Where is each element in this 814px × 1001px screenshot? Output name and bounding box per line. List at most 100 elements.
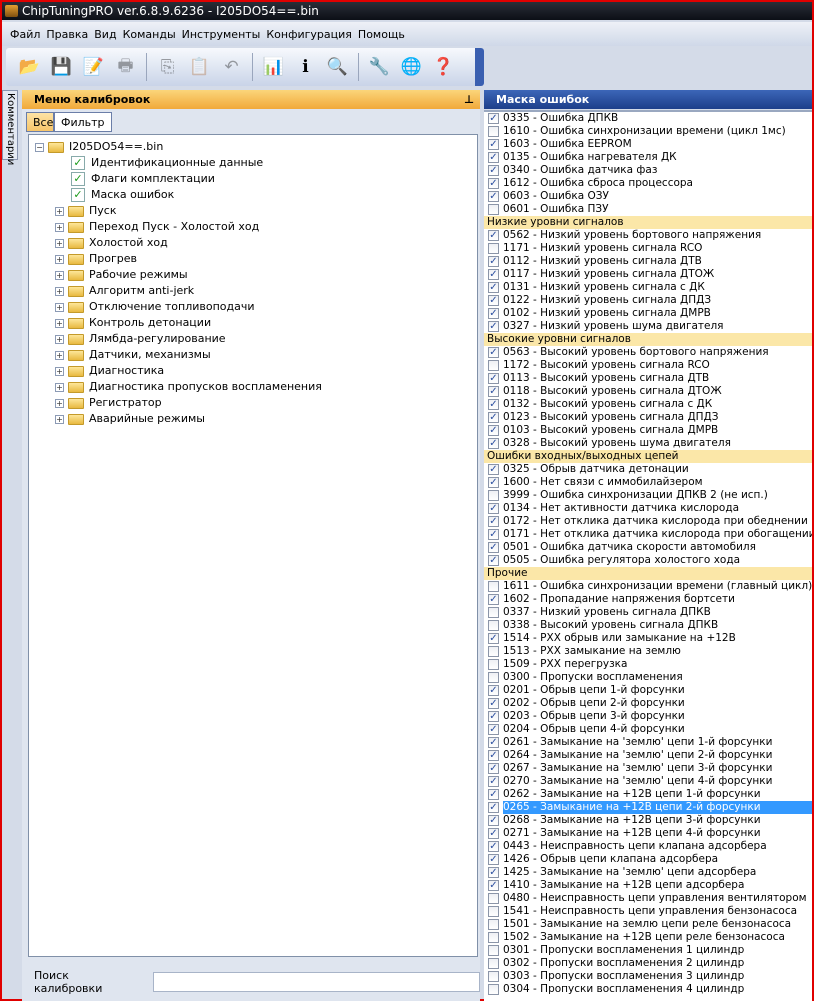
error-list-item[interactable]: 0301 - Пропуски воспламенения 1 цилиндр [484,944,812,957]
error-list-item[interactable]: ✓ 0123 - Высокий уровень сигнала ДПДЗ [484,411,812,424]
error-list-item[interactable]: ✓ 0204 - Обрыв цепи 4-й форсунки [484,723,812,736]
error-checkbox[interactable] [488,906,499,917]
error-list-item[interactable]: ✓ 0271 - Замыкание на +12В цепи 4-й форсу… [484,827,812,840]
error-list-item[interactable]: ✓ 1602 - Пропадание напряжения бортсети [484,593,812,606]
error-checkbox[interactable]: ✓ [488,152,499,163]
error-list-item[interactable]: ✓ 1410 - Замыкание на +12В цепи адсорбера [484,879,812,892]
pin-icon[interactable]: ⊥ [464,90,474,109]
error-list-item[interactable]: ✓ 0102 - Низкий уровень сигнала ДМРВ [484,307,812,320]
error-list-item[interactable]: ✓ 0132 - Высокий уровень сигнала с ДК [484,398,812,411]
error-checkbox[interactable]: ✓ [488,477,499,488]
search-input[interactable] [152,971,480,992]
error-checkbox[interactable]: ✓ [488,438,499,449]
error-checkbox[interactable] [488,581,499,592]
error-list-item[interactable]: 1541 - Неисправность цепи управления бен… [484,905,812,918]
error-checkbox[interactable] [488,646,499,657]
error-list-item[interactable]: 0300 - Пропуски воспламенения [484,671,812,684]
error-list-item[interactable]: ✓ 0203 - Обрыв цепи 3-й форсунки [484,710,812,723]
expand-icon[interactable]: + [55,254,64,264]
error-checkbox[interactable] [488,126,499,137]
error-list-item[interactable]: ✓ 0267 - Замыкание на 'землю' цепи 3-й фо… [484,762,812,775]
error-checkbox[interactable]: ✓ [488,191,499,202]
error-checkbox[interactable]: ✓ [488,295,499,306]
error-checkbox[interactable]: ✓ [488,542,499,553]
tab-filter[interactable]: Фильтр [54,112,112,132]
expand-icon[interactable]: + [55,286,64,296]
error-checkbox[interactable]: ✓ [488,711,499,722]
error-list-item[interactable]: 0338 - Высокий уровень сигнала ДПКВ [484,619,812,632]
error-checkbox[interactable] [488,919,499,930]
menu-item[interactable]: Инструменты [182,28,261,41]
tree-node-folder[interactable]: + Рабочие режимы [55,267,188,283]
error-list-item[interactable]: ✓ 0112 - Низкий уровень сигнала ДТВ [484,255,812,268]
error-checkbox[interactable]: ✓ [488,230,499,241]
error-checkbox[interactable]: ✓ [488,854,499,865]
error-checkbox[interactable]: ✓ [488,321,499,332]
error-checkbox[interactable]: ✓ [488,685,499,696]
error-list-item[interactable]: 1172 - Высокий уровень сигнала RCO [484,359,812,372]
expand-icon[interactable]: + [55,414,64,424]
error-list-item[interactable]: ✓ 1425 - Замыкание на 'землю' цепи адсорб… [484,866,812,879]
tree-node-folder[interactable]: + Диагностика пропусков воспламенения [55,379,322,395]
error-checkbox[interactable]: ✓ [488,555,499,566]
error-checkbox[interactable]: ✓ [488,763,499,774]
error-checkbox[interactable]: ✓ [488,425,499,436]
tree-node-folder[interactable]: + Датчики, механизмы [55,347,211,363]
error-list-item[interactable]: ✓ 0340 - Ошибка датчика фаз [484,164,812,177]
tools-icon[interactable]: 🔧 [366,54,393,81]
error-checkbox[interactable]: ✓ [488,516,499,527]
web-update-icon[interactable]: 🌐 [398,54,425,81]
error-list-item[interactable]: ✓ 0261 - Замыкание на 'землю' цепи 1-й фо… [484,736,812,749]
error-checkbox[interactable] [488,945,499,956]
hex-search-icon[interactable]: 🔍 [324,54,351,81]
error-list-item[interactable]: ✓ 0131 - Низкий уровень сигнала с ДК [484,281,812,294]
error-checkbox[interactable]: ✓ [488,178,499,189]
error-list-item[interactable]: 1513 - РХХ замыкание на землю [484,645,812,658]
error-checkbox[interactable]: ✓ [488,750,499,761]
chart-search-icon[interactable]: 📊 [260,54,287,81]
tree-node-folder[interactable]: + Пуск [55,203,116,219]
tree-node-folder[interactable]: + Переход Пуск - Холостой ход [55,219,259,235]
error-list-item[interactable]: 1502 - Замыкание на +12В цепи реле бензо… [484,931,812,944]
menu-item[interactable]: Вид [94,28,116,41]
menu-item[interactable]: Файл [10,28,40,41]
save-edit-icon[interactable]: 📝 [80,54,107,81]
error-list-item[interactable]: ✓ 0562 - Низкий уровень бортового напряже… [484,229,812,242]
error-list-item[interactable]: ✓ 0171 - Нет отклика датчика кислорода пр… [484,528,812,541]
expand-icon[interactable]: + [55,350,64,360]
error-list-item[interactable]: ✓ 0603 - Ошибка ОЗУ [484,190,812,203]
tree-node-folder[interactable]: + Диагностика [55,363,164,379]
comments-side-tab[interactable]: Комментарии [2,90,18,165]
tree-root-node[interactable]: − I205DO54==.bin [35,139,163,155]
help-icon[interactable]: ❓ [430,54,457,81]
error-list-item[interactable]: ✓ 0563 - Высокий уровень бортового напряж… [484,346,812,359]
error-checkbox[interactable]: ✓ [488,802,499,813]
error-checkbox[interactable]: ✓ [488,373,499,384]
expand-icon[interactable]: + [55,222,64,232]
error-list-item[interactable]: ✓ 0117 - Низкий уровень сигнала ДТОЖ [484,268,812,281]
tree-node-folder[interactable]: + Контроль детонации [55,315,211,331]
error-list-item[interactable]: ✓ 0265 - Замыкание на +12В цепи 2-й форсу… [484,801,812,814]
open-folder-icon[interactable]: 📂 [16,54,43,81]
error-list-item[interactable]: ✓ 1426 - Обрыв цепи клапана адсорбера [484,853,812,866]
toolbar-overflow-button[interactable] [475,48,484,86]
error-list-item[interactable]: ✓ 0327 - Низкий уровень шума двигателя [484,320,812,333]
tab-all[interactable]: Все [26,112,54,132]
error-list-item[interactable]: 3999 - Ошибка синхронизации ДПКВ 2 (не и… [484,489,812,502]
error-list-item[interactable]: ✓ 0325 - Обрыв датчика детонации [484,463,812,476]
error-list-item[interactable]: 1171 - Низкий уровень сигнала RCO [484,242,812,255]
error-checkbox[interactable]: ✓ [488,412,499,423]
expand-icon[interactable]: + [55,318,64,328]
menu-item[interactable]: Помощь [358,28,405,41]
error-list-item[interactable]: ✓ 1612 - Ошибка сброса процессора [484,177,812,190]
tree-node-folder[interactable]: + Отключение топливоподачи [55,299,255,315]
error-checkbox[interactable]: ✓ [488,282,499,293]
error-checkbox[interactable] [488,620,499,631]
error-list-item[interactable]: ✓ 1600 - Нет связи с иммобилайзером [484,476,812,489]
error-checkbox[interactable]: ✓ [488,256,499,267]
tree-node-folder[interactable]: + Холостой ход [55,235,168,251]
error-checkbox[interactable] [488,893,499,904]
error-checkbox[interactable] [488,659,499,670]
error-list-item[interactable]: ✓ 0505 - Ошибка регулятора холостого хода [484,554,812,567]
error-list-item[interactable]: ✓ 0122 - Низкий уровень сигнала ДПДЗ [484,294,812,307]
